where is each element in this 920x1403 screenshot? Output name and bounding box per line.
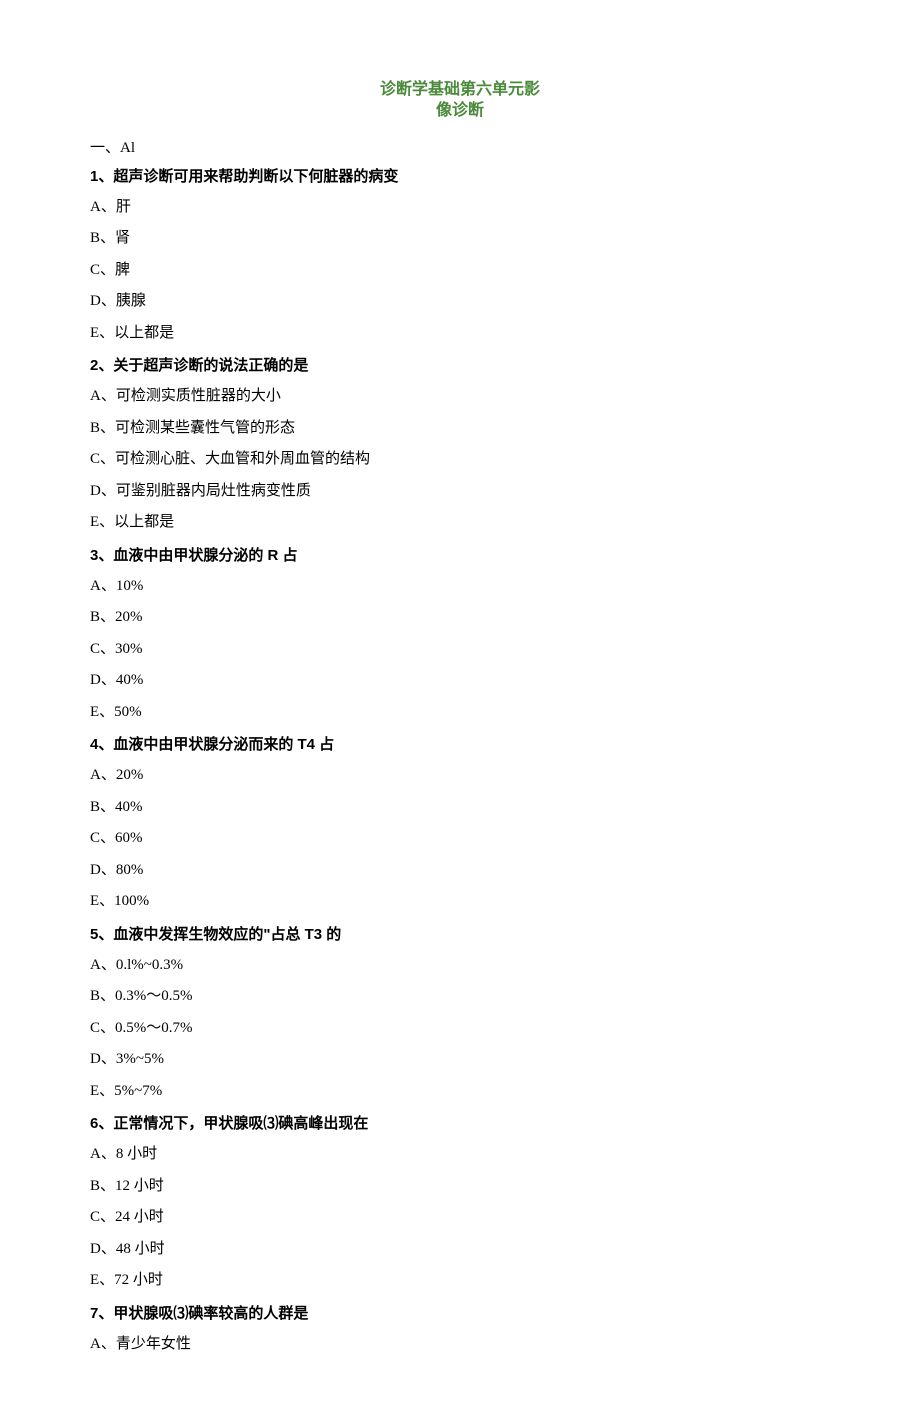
question-stem: 6、正常情况下，甲状腺吸⑶碘高峰出现在 <box>90 1112 830 1136</box>
question-option: E、以上都是 <box>90 321 830 347</box>
question-option: D、40% <box>90 668 830 694</box>
question-option: A、肝 <box>90 195 830 221</box>
question-option: C、0.5%～0.7% <box>90 1016 830 1042</box>
question-option: D、胰腺 <box>90 289 830 315</box>
question-option: C、24 小时 <box>90 1205 830 1231</box>
question-option: A、8 小时 <box>90 1142 830 1168</box>
question-option: D、48 小时 <box>90 1237 830 1263</box>
question-option: D、3%~5% <box>90 1047 830 1073</box>
title-line-1: 诊断学基础第六单元影 <box>380 81 540 98</box>
question-option: A、10% <box>90 574 830 600</box>
question-option: E、72 小时 <box>90 1268 830 1294</box>
question-stem: 2、关于超声诊断的说法正确的是 <box>90 354 830 378</box>
question-option: E、50% <box>90 700 830 726</box>
question-stem: 7、甲状腺吸⑶碘率较高的人群是 <box>90 1302 830 1326</box>
question-option: B、肾 <box>90 226 830 252</box>
question-option: A、0.l%~0.3% <box>90 953 830 979</box>
question-stem: 1、超声诊断可用来帮助判断以下何脏器的病变 <box>90 165 830 189</box>
question-stem: 5、血液中发挥生物效应的"占总 T3 的 <box>90 923 830 947</box>
question-option: B、20% <box>90 605 830 631</box>
question-option: B、可检测某些囊性气管的形态 <box>90 416 830 442</box>
question-option: C、60% <box>90 826 830 852</box>
document-page: 诊断学基础第六单元影 像诊断 一、Al 1、超声诊断可用来帮助判断以下何脏器的病… <box>0 0 920 1403</box>
question-option: D、80% <box>90 858 830 884</box>
question-option: B、0.3%～0.5% <box>90 984 830 1010</box>
title-line-2: 像诊断 <box>436 102 484 119</box>
question-option: E、100% <box>90 889 830 915</box>
question-option: C、脾 <box>90 258 830 284</box>
question-stem: 3、血液中由甲状腺分泌的 R 占 <box>90 544 830 568</box>
question-option: B、12 小时 <box>90 1174 830 1200</box>
document-title: 诊断学基础第六单元影 像诊断 <box>90 80 830 122</box>
question-option: E、5%~7% <box>90 1079 830 1105</box>
section-label: 一、Al <box>90 136 830 157</box>
question-option: B、40% <box>90 795 830 821</box>
question-option: C、30% <box>90 637 830 663</box>
question-option: A、青少年女性 <box>90 1332 830 1358</box>
question-option: D、可鉴别脏器内局灶性病变性质 <box>90 479 830 505</box>
question-option: A、20% <box>90 763 830 789</box>
question-option: A、可检测实质性脏器的大小 <box>90 384 830 410</box>
question-stem: 4、血液中由甲状腺分泌而来的 T4 占 <box>90 733 830 757</box>
question-option: E、以上都是 <box>90 510 830 536</box>
question-option: C、可检测心脏、大血管和外周血管的结构 <box>90 447 830 473</box>
